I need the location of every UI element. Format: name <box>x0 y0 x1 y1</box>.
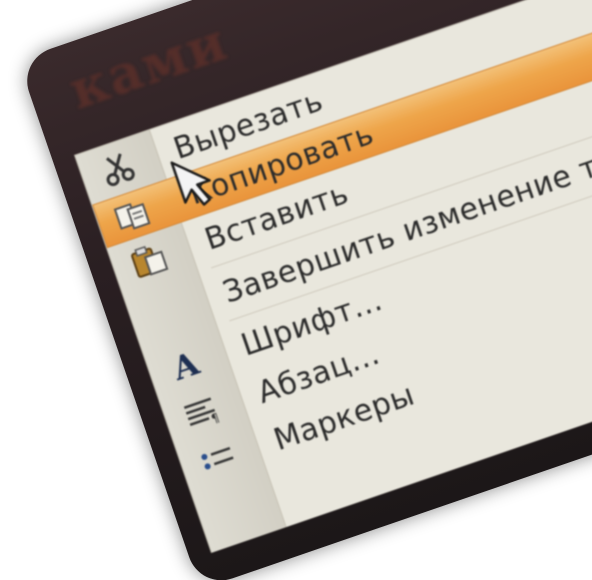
paste-icon <box>125 238 174 283</box>
paragraph-icon: ¶ <box>178 391 227 436</box>
background-document-text: ками <box>61 10 236 122</box>
font-icon: A <box>167 344 204 389</box>
screen-photo: ками Вырезать Копировать Вставить Заверш… <box>0 0 592 580</box>
scissors-icon <box>94 147 143 192</box>
bullets-icon <box>194 438 243 483</box>
monitor-screen: ками Вырезать Копировать Вставить Заверш… <box>18 0 592 580</box>
copy-icon <box>109 192 158 237</box>
svg-text:¶: ¶ <box>209 410 221 426</box>
